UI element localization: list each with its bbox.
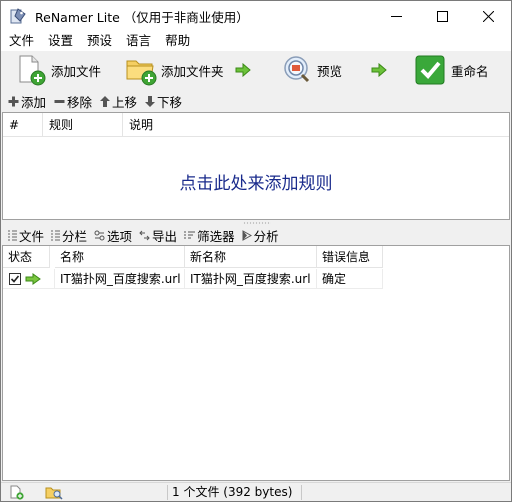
column-error[interactable]: 错误信息 bbox=[317, 246, 383, 268]
close-button[interactable] bbox=[465, 1, 511, 31]
export-menu-button[interactable]: 导出 bbox=[139, 226, 177, 245]
plus-icon bbox=[8, 96, 19, 106]
move-up-label: 上移 bbox=[112, 94, 138, 110]
status-bar: 1 个文件 (392 bytes) bbox=[1, 482, 511, 501]
preview-label: 预览 bbox=[317, 63, 343, 79]
remove-rule-label: 移除 bbox=[67, 94, 93, 110]
minus-icon bbox=[54, 99, 65, 103]
export-menu-label: 导出 bbox=[152, 228, 178, 244]
options-menu-button[interactable]: 选项 bbox=[94, 226, 132, 245]
arrow-right-icon bbox=[371, 63, 387, 77]
move-down-label: 下移 bbox=[157, 94, 183, 110]
rename-button[interactable]: 重命名 bbox=[415, 54, 489, 86]
move-down-button[interactable]: 下移 bbox=[145, 92, 182, 111]
files-toolbar: 文件 分栏 选项 导出 筛选器 分析 bbox=[1, 225, 511, 245]
row-checkbox[interactable] bbox=[9, 273, 21, 285]
status-separator bbox=[167, 485, 168, 500]
column-status[interactable]: 状态 bbox=[3, 246, 50, 268]
column-new-name[interactable]: 新名称 bbox=[185, 246, 317, 268]
rename-label: 重命名 bbox=[451, 63, 489, 79]
options-icon bbox=[94, 230, 105, 240]
add-files-label: 添加文件 bbox=[51, 63, 102, 79]
filter-icon bbox=[184, 231, 196, 238]
arrow-up-icon bbox=[100, 95, 111, 107]
checkmark-icon bbox=[415, 55, 445, 85]
columns-menu-label: 分栏 bbox=[62, 228, 88, 244]
menu-settings[interactable]: 设置 bbox=[41, 31, 80, 51]
analyze-icon bbox=[242, 229, 252, 241]
arrow-right-icon bbox=[25, 273, 41, 285]
export-icon bbox=[139, 230, 150, 240]
options-menu-label: 选项 bbox=[107, 228, 133, 244]
menu-language[interactable]: 语言 bbox=[119, 31, 158, 51]
rules-table-header: # 规则 说明 bbox=[3, 113, 509, 137]
checkmark-icon bbox=[10, 275, 20, 283]
add-files-button[interactable]: 添加文件 bbox=[17, 54, 101, 86]
arrow-right-icon bbox=[235, 63, 251, 77]
files-table[interactable]: 状态 名称 新名称 错误信息 IT猫扑网_百度搜索.url IT猫扑网_百度搜索… bbox=[2, 245, 510, 481]
maximize-icon bbox=[436, 10, 448, 22]
files-menu-label: 文件 bbox=[19, 228, 45, 244]
table-row[interactable]: IT猫扑网_百度搜索.url IT猫扑网_百度搜索.url 确定 bbox=[3, 269, 383, 289]
window-title: ReNamer Lite （仅用于非商业使用） bbox=[35, 9, 249, 25]
rules-table[interactable]: # 规则 说明 点击此处来添加规则 bbox=[2, 112, 510, 220]
preview-button[interactable]: 预览 bbox=[281, 54, 342, 86]
status-cell bbox=[3, 269, 55, 289]
analyze-menu-button[interactable]: 分析 bbox=[242, 226, 279, 245]
menu-bar: 文件 设置 预设 语言 帮助 bbox=[1, 31, 511, 51]
column-number[interactable]: # bbox=[3, 113, 43, 137]
remove-rule-button[interactable]: 移除 bbox=[54, 92, 92, 111]
rules-toolbar: 添加 移除 上移 下移 bbox=[1, 90, 511, 112]
error-cell: 确定 bbox=[317, 269, 383, 289]
app-icon bbox=[10, 8, 26, 24]
add-folders-label: 添加文件夹 bbox=[161, 63, 224, 79]
status-summary: 1 个文件 (392 bytes) bbox=[172, 485, 293, 499]
add-rule-hint[interactable]: 点击此处来添加规则 bbox=[3, 169, 509, 194]
columns-icon bbox=[51, 230, 61, 240]
app-window: ReNamer Lite （仅用于非商业使用） 文件 设置 预设 语言 帮助 添… bbox=[0, 0, 512, 502]
name-cell: IT猫扑网_百度搜索.url bbox=[55, 269, 185, 289]
title-bar: ReNamer Lite （仅用于非商业使用） bbox=[1, 1, 511, 31]
menu-help[interactable]: 帮助 bbox=[158, 31, 197, 51]
dropdown-list-icon bbox=[8, 230, 17, 240]
column-rule[interactable]: 规则 bbox=[43, 113, 123, 137]
minimize-icon bbox=[390, 15, 402, 17]
search-folder-icon[interactable] bbox=[45, 485, 63, 500]
preview-icon bbox=[284, 56, 310, 83]
files-menu-button[interactable]: 文件 bbox=[8, 226, 44, 245]
add-folder-icon bbox=[126, 60, 157, 86]
close-icon bbox=[482, 10, 494, 22]
maximize-button[interactable] bbox=[419, 1, 465, 31]
add-file-icon[interactable] bbox=[9, 485, 25, 500]
main-toolbar: 添加文件 添加文件夹 预览 重命名 bbox=[1, 51, 511, 89]
status-separator bbox=[301, 485, 302, 500]
add-rule-button[interactable]: 添加 bbox=[8, 92, 46, 111]
add-folders-button[interactable]: 添加文件夹 bbox=[125, 54, 224, 86]
move-up-button[interactable]: 上移 bbox=[100, 92, 137, 111]
analyze-menu-label: 分析 bbox=[253, 228, 279, 244]
menu-presets[interactable]: 预设 bbox=[80, 31, 119, 51]
column-name[interactable]: 名称 bbox=[55, 246, 185, 268]
column-description[interactable]: 说明 bbox=[123, 113, 509, 137]
splitter-grip bbox=[243, 222, 271, 224]
arrow-down-icon bbox=[145, 95, 156, 107]
add-rule-label: 添加 bbox=[21, 94, 47, 110]
columns-menu-button[interactable]: 分栏 bbox=[51, 226, 87, 245]
minimize-button[interactable] bbox=[373, 1, 419, 31]
add-file-icon bbox=[19, 55, 46, 86]
filter-menu-label: 筛选器 bbox=[197, 228, 235, 244]
new-name-cell: IT猫扑网_百度搜索.url bbox=[185, 269, 317, 289]
filter-menu-button[interactable]: 筛选器 bbox=[184, 226, 235, 245]
menu-file[interactable]: 文件 bbox=[2, 31, 41, 51]
